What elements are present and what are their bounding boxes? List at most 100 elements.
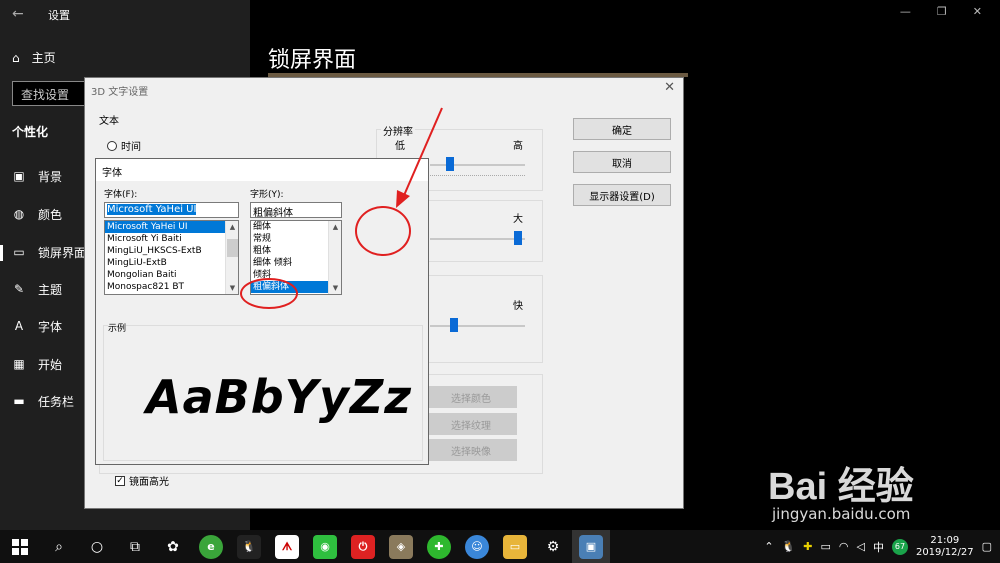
notification-icon[interactable]: ▢ [982, 540, 992, 553]
home-label: 主页 [31, 51, 56, 65]
taskbar: ⌕ ○ ⧉ ✿ e 🐧 ᗑ ◉ ⏻ ◈ ✚ ☺ ▭ ⚙ ▣ ⌃ 🐧 ✚ ▭ ◠ … [0, 530, 1000, 563]
sidebar-item-label: 字体 [38, 319, 63, 334]
browser-app-icon[interactable]: e [192, 530, 230, 563]
font-dialog-title: 字体 [102, 168, 122, 179]
theme-icon: ✎ [13, 282, 25, 296]
security-app-icon[interactable]: ✚ [420, 530, 458, 563]
palette-icon: ◍ [13, 207, 25, 221]
ime-indicator[interactable]: 中 [873, 539, 884, 555]
font-name-input[interactable]: Microsoft YaHei UI [104, 202, 239, 218]
list-item[interactable]: Monospac821 BT [105, 281, 238, 293]
list-item[interactable]: Mongolian Baiti [105, 269, 238, 281]
font-list-scrollbar[interactable]: ▲ ▼ [225, 221, 238, 294]
sidebar-item-label: 主题 [38, 282, 63, 297]
annotation-arrow [396, 107, 443, 208]
text-group-label: 文本 [99, 116, 119, 127]
sidebar-item-label: 锁屏界面 [38, 245, 87, 260]
picture-icon: ▣ [13, 169, 25, 183]
sample-label: 示例 [108, 321, 127, 334]
battery-icon[interactable]: ▭ [820, 540, 830, 553]
choose-color-button[interactable]: 选择颜色 [425, 386, 517, 408]
start-button[interactable] [0, 530, 40, 563]
clock[interactable]: 21:09 2019/12/27 [916, 535, 974, 559]
browser-app-glyph: e [199, 534, 223, 559]
minimize-icon[interactable]: — [900, 5, 911, 18]
search-icon[interactable]: ⌕ [40, 530, 78, 563]
scroll-thumb[interactable] [227, 239, 238, 257]
choose-texture-button[interactable]: 选择纹理 [425, 413, 517, 435]
style-list-scrollbar[interactable]: ▲ ▼ [328, 221, 341, 294]
display-app-icon[interactable]: ▣ [572, 530, 610, 563]
scroll-up-icon[interactable]: ▲ [329, 221, 341, 233]
qq-tray-icon[interactable]: 🐧 [782, 540, 796, 553]
window-controls: — ❐ ✕ [882, 0, 1000, 23]
close-icon[interactable]: ✕ [973, 5, 982, 18]
choose-reflection-button[interactable]: 选择映像 [425, 439, 517, 461]
ok-button[interactable]: 确定 [573, 118, 671, 140]
cancel-button[interactable]: 取消 [573, 151, 671, 173]
list-item[interactable]: Microsoft YaHei UI [105, 221, 238, 233]
app-title: 设置 [48, 9, 70, 22]
dialog-title: 3D 文字设置 [91, 87, 149, 98]
photo-app-glyph: ◈ [389, 534, 413, 559]
radio-label: 时间 [121, 142, 141, 153]
size-slider-thumb[interactable] [514, 231, 522, 245]
back-arrow-icon[interactable]: ← [12, 6, 24, 22]
font-style-input[interactable]: 粗偏斜体 [250, 202, 342, 218]
file-explorer-icon[interactable]: ▭ [496, 530, 534, 563]
radio-circle [107, 140, 117, 151]
display-app-glyph: ▣ [579, 534, 603, 559]
close-icon[interactable]: ✕ [664, 80, 675, 95]
settings-gear-icon[interactable]: ⚙ [534, 530, 572, 563]
sidebar-item-label: 颜色 [38, 207, 63, 222]
list-item[interactable]: Microsoft Yi Baiti [105, 233, 238, 245]
photo-app-icon[interactable]: ◈ [382, 530, 420, 563]
specular-checkbox-row[interactable]: ✓ 镜面高光 [115, 473, 169, 488]
display-settings-button[interactable]: 显示器设置(D) [573, 184, 671, 206]
scroll-down-icon[interactable]: ▼ [329, 282, 341, 294]
specular-checkbox[interactable]: ✓ [115, 475, 125, 486]
sidebar-home[interactable]: ⌂ 主页 [12, 49, 56, 66]
category-heading: 个性化 [12, 125, 49, 139]
tray-badge[interactable]: 67 [891, 538, 908, 555]
wifi-icon[interactable]: ◠ [839, 540, 849, 553]
speed-slider-thumb[interactable] [450, 318, 458, 332]
sidebar-item-label: 任务栏 [38, 394, 75, 409]
taskbar-icon: ▬ [13, 394, 25, 408]
annotation-style-circle [240, 278, 298, 309]
baidu-watermark: Bai 经验 jingyan.baidu.com [760, 455, 1000, 530]
font-listbox[interactable]: Microsoft YaHei UI Microsoft Yi Baiti Ming… [104, 220, 239, 295]
list-item[interactable]: MingLiU-ExtB [105, 257, 238, 269]
watermark-logo: Bai 经验 [768, 466, 914, 508]
font-dialog: 字体 字体(F): Microsoft YaHei UI Microsoft Y… [95, 158, 429, 465]
scroll-up-icon[interactable]: ▲ [226, 221, 238, 233]
font-dialog-titlebar: 字体 [96, 159, 428, 181]
maximize-icon[interactable]: ❐ [937, 5, 947, 18]
list-item[interactable]: MingLiU_HKSCS-ExtB [105, 245, 238, 257]
system-tray: ⌃ 🐧 ✚ ▭ ◠ ◁ 中 67 21:09 2019/12/27 ▢ [764, 530, 1000, 563]
speed-fast-label: 快 [513, 301, 523, 312]
pinwheel-app-icon[interactable]: ✿ [154, 530, 192, 563]
power-app-glyph: ⏻ [351, 534, 375, 559]
cortana-icon[interactable]: ○ [78, 530, 116, 563]
wechat-app-icon[interactable]: ◉ [306, 530, 344, 563]
res-high-label: 高 [513, 141, 523, 152]
windows-icon [12, 538, 28, 555]
size-slider-track [430, 238, 525, 240]
sample-text: AaBbYyZz [146, 370, 413, 424]
assistant-app-icon[interactable]: ☺ [458, 530, 496, 563]
task-view-icon[interactable]: ⧉ [116, 530, 154, 563]
size-large-label: 大 [513, 214, 523, 225]
security-tray-icon[interactable]: ✚ [803, 540, 812, 553]
home-icon: ⌂ [12, 50, 20, 65]
arrow-line [401, 107, 443, 201]
page-title: 锁屏界面 [268, 48, 357, 73]
power-app-icon[interactable]: ⏻ [344, 530, 382, 563]
chevron-up-icon[interactable]: ⌃ [764, 540, 773, 553]
pdf-app-icon[interactable]: ᗑ [268, 530, 306, 563]
scroll-down-icon[interactable]: ▼ [226, 282, 238, 294]
font-list: Microsoft YaHei UI Microsoft Yi Baiti Ming… [105, 221, 238, 293]
radio-time[interactable]: 时间 [107, 138, 141, 153]
volume-icon[interactable]: ◁ [856, 540, 864, 553]
qq-app-icon[interactable]: 🐧 [230, 530, 268, 563]
